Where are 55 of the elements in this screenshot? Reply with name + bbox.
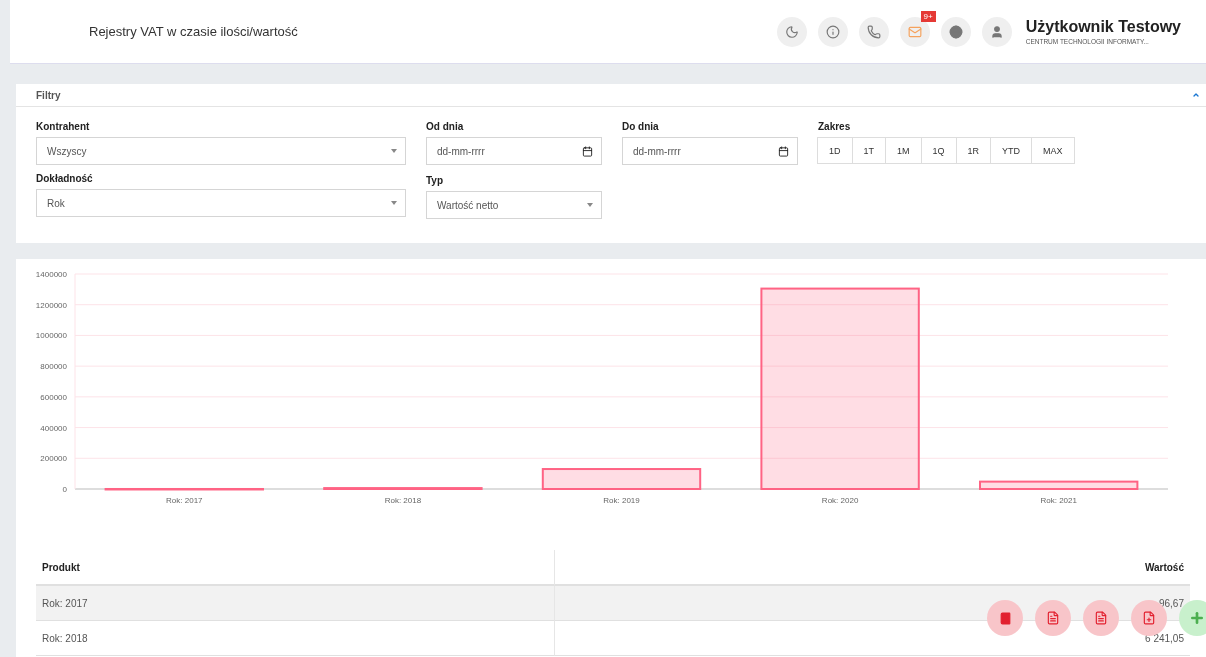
range-button[interactable]: MAX <box>1031 137 1075 164</box>
select-field[interactable]: Wartość netto <box>426 191 602 219</box>
x-axis-label: Rok: 2017 <box>166 496 203 505</box>
x-axis-label: Rok: 2021 <box>1040 496 1077 505</box>
y-tick-label: 0 <box>62 485 67 494</box>
info-button[interactable] <box>817 16 848 47</box>
field-label: Typ <box>426 175 445 186</box>
y-tick-label: 800000 <box>40 362 67 372</box>
phone-icon <box>866 24 881 39</box>
globe-button[interactable] <box>940 16 971 47</box>
date-field[interactable]: dd-mm-rrrr <box>622 137 798 165</box>
date-field[interactable]: dd-mm-rrrr <box>426 137 602 165</box>
plus-icon <box>1189 610 1205 626</box>
moon-button[interactable] <box>776 16 807 47</box>
field-label: Zakres <box>818 121 852 132</box>
y-tick-label: 1200000 <box>35 300 67 310</box>
page-title: Rejestry VAT w czasie ilości/wartość <box>89 24 299 39</box>
field-label: Kontrahent <box>36 121 91 132</box>
range-button[interactable]: 1D <box>817 137 853 164</box>
calendar-icon <box>582 145 593 157</box>
y-tick-label: 200000 <box>40 454 67 464</box>
column-header: Produkt <box>36 550 555 586</box>
user-icon <box>989 24 1004 39</box>
add-document-icon <box>1142 611 1156 625</box>
phone-button[interactable] <box>858 16 889 47</box>
range-button[interactable]: 1M <box>885 137 922 164</box>
x-axis-label: Rok: 2020 <box>821 496 859 505</box>
field-label: Do dnia <box>622 121 660 132</box>
notification-badge: 9+ <box>920 10 936 22</box>
user-button[interactable] <box>981 16 1012 47</box>
mail-button[interactable] <box>899 16 930 47</box>
collapse-icon[interactable] <box>1192 91 1200 99</box>
y-tick-label: 600000 <box>40 392 67 402</box>
table-cell: Rok: 2017 <box>36 586 555 621</box>
x-axis-label: Rok: 2018 <box>384 496 422 505</box>
y-tick-label: 1400000 <box>35 270 67 279</box>
y-tick-label: 400000 <box>40 423 67 433</box>
document-icon <box>1046 611 1060 625</box>
table-cell: Rok: 2018 <box>36 621 555 656</box>
range-button[interactable]: YTD <box>990 137 1033 164</box>
user-name: Użytkownik Testowy <box>1025 18 1181 36</box>
range-button[interactable]: 1Q <box>920 137 957 164</box>
x-axis-label: Rok: 2019 <box>603 496 640 505</box>
panel-title: Filtry <box>36 89 61 101</box>
field-label: Od dnia <box>426 121 465 132</box>
moon-icon <box>784 24 799 39</box>
field-label: Dokładność <box>36 173 94 184</box>
select-field[interactable]: Wszyscy <box>36 137 406 165</box>
document-icon <box>1094 611 1108 625</box>
calendar-icon <box>778 145 789 157</box>
y-tick-label: 1000000 <box>35 331 67 341</box>
select-field[interactable]: Rok <box>36 189 406 217</box>
range-button[interactable]: 1R <box>955 137 992 164</box>
info-icon <box>825 24 840 39</box>
mail-icon <box>907 24 922 39</box>
